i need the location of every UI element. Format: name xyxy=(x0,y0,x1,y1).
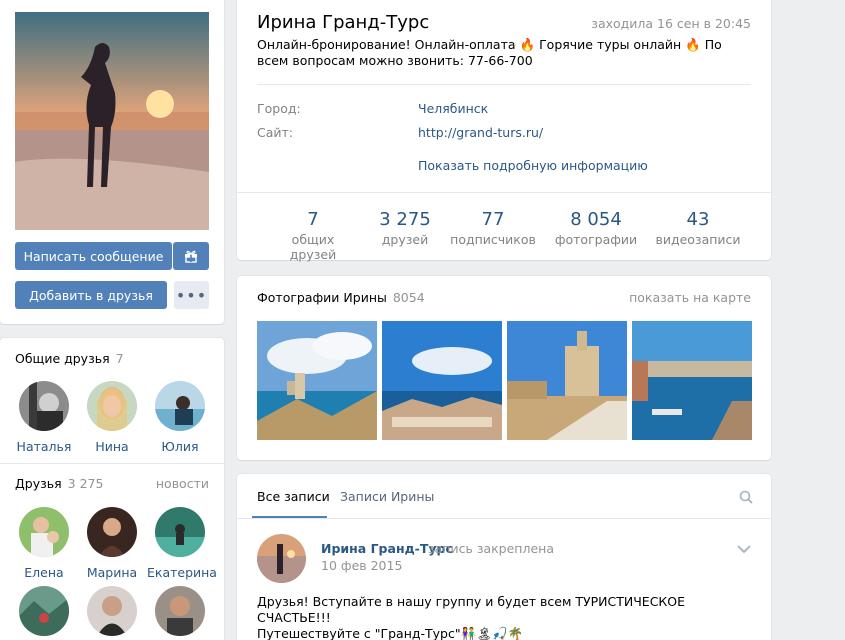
gift-icon xyxy=(185,250,197,263)
profile-avatar-card: Написать сообщение Добавить в друзья ••• xyxy=(0,0,224,324)
friends-count: 3 275 xyxy=(67,476,104,491)
fire-icon: 🔥 xyxy=(685,37,701,52)
show-more-info-link[interactable]: Показать подробную информацию xyxy=(418,158,648,173)
friends-news-link[interactable]: новости xyxy=(156,476,209,491)
counter-photos[interactable]: 8 054 фотографии xyxy=(553,209,639,247)
counter-label: подписчиков xyxy=(450,232,536,247)
photo-thumbnail[interactable] xyxy=(632,321,752,440)
photos-title: Фотографии Ирины xyxy=(257,290,387,305)
post-date[interactable]: 10 фев 2015 xyxy=(321,558,402,573)
avatar xyxy=(87,381,137,431)
mutual-friends-header[interactable]: Общие друзья 7 xyxy=(15,351,124,366)
photo-thumbnail[interactable] xyxy=(382,321,502,440)
mutual-friend-yulia[interactable]: Юлия xyxy=(147,381,213,454)
friend-name: Нина xyxy=(95,439,129,454)
friend-name: Елена xyxy=(24,565,64,580)
counter-value: 77 xyxy=(481,209,505,230)
tab-all-posts[interactable]: Все записи xyxy=(257,489,330,504)
avatar xyxy=(19,586,69,636)
counter-mutual[interactable]: 7 общих друзей xyxy=(270,209,356,262)
divider xyxy=(237,518,771,519)
counter-videos[interactable]: 43 видеозаписи xyxy=(655,209,741,247)
gift-button[interactable] xyxy=(173,242,209,270)
counter-value: 8 054 xyxy=(570,209,622,230)
post-text-line: Путешествуйте с "Гранд-Турс"👫🏝🎣🌴 xyxy=(257,626,524,640)
friends-card: Общие друзья 7 Наталья Нина Юлия Друзья 3 … xyxy=(0,338,224,640)
friend-row2-2[interactable] xyxy=(79,586,145,636)
site-link[interactable]: http://grand-turs.ru/ xyxy=(418,125,543,140)
friend-marina[interactable]: Марина xyxy=(79,507,145,580)
counter-label: видеозаписи xyxy=(655,232,741,247)
avatar xyxy=(87,507,137,557)
avatar xyxy=(87,586,137,636)
chevron-down-icon[interactable] xyxy=(737,542,751,557)
counter-label: общих друзей xyxy=(289,232,337,262)
avatar xyxy=(19,381,69,431)
friend-row2-3[interactable] xyxy=(147,586,213,636)
city-label: Город: xyxy=(257,101,301,116)
search-icon[interactable] xyxy=(739,490,753,507)
counter-label: фотографии xyxy=(554,232,638,247)
photos-header[interactable]: Фотографии Ирины 8054 xyxy=(257,290,425,305)
info-row-site: Сайт: http://grand-turs.ru/ xyxy=(257,125,543,140)
wall-card: Все записи Записи Ирины Ирина Гранд-Турс… xyxy=(237,474,771,640)
counter-value: 43 xyxy=(686,209,710,230)
profile-info-card: Ирина Гранд-Турс заходила 16 сен в 20:45… xyxy=(237,0,771,262)
more-actions-button[interactable]: ••• xyxy=(174,281,209,309)
photo-thumbnail[interactable] xyxy=(507,321,627,440)
friend-row2-1[interactable] xyxy=(11,586,77,636)
site-label: Сайт: xyxy=(257,125,294,140)
status-text-1: Онлайн-бронирование! Онлайн-оплата xyxy=(257,37,516,52)
friend-name: Наталья xyxy=(16,439,72,454)
counter-value: 3 275 xyxy=(379,209,431,230)
post-pinned-label: запись закреплена xyxy=(428,541,554,556)
mutual-friend-nina[interactable]: Нина xyxy=(79,381,145,454)
counter-value: 7 xyxy=(307,209,319,230)
profile-photo[interactable] xyxy=(15,12,209,230)
post-text-line: Друзья! Вступайте в нашу группу и будет … xyxy=(257,594,686,625)
friend-elena[interactable]: Елена xyxy=(11,507,77,580)
counter-followers[interactable]: 77 подписчиков xyxy=(450,209,536,247)
tab-own-posts[interactable]: Записи Ирины xyxy=(340,489,434,504)
fire-icon: 🔥 xyxy=(519,37,536,52)
show-on-map-link[interactable]: показать на карте xyxy=(629,290,751,305)
add-friend-button[interactable]: Добавить в друзья xyxy=(15,281,167,309)
post-text: Друзья! Вступайте в нашу группу и будет … xyxy=(257,594,737,640)
photos-count: 8054 xyxy=(392,290,425,305)
info-row-city: Город: Челябинск xyxy=(257,101,488,116)
avatar xyxy=(155,381,205,431)
status-text-2: Горячие туры онлайн xyxy=(539,37,682,52)
avatar xyxy=(19,507,69,557)
send-message-button[interactable]: Написать сообщение xyxy=(15,242,172,270)
mutual-friends-title: Общие друзья xyxy=(15,351,110,366)
photo-thumbnail[interactable] xyxy=(257,321,377,440)
friend-name: Марина xyxy=(86,565,138,580)
city-link[interactable]: Челябинск xyxy=(418,101,488,116)
avatar xyxy=(155,507,205,557)
friend-ekaterina[interactable]: Екатерина xyxy=(147,507,217,580)
page-title: Ирина Гранд-Турс xyxy=(257,12,430,33)
divider xyxy=(0,463,224,464)
divider xyxy=(237,192,771,193)
divider xyxy=(257,84,751,85)
counter-friends[interactable]: 3 275 друзей xyxy=(372,209,438,247)
last-seen: заходила 16 сен в 20:45 xyxy=(591,16,751,31)
photos-card: Фотографии Ирины 8054 показать на карте xyxy=(237,276,771,460)
mutual-friend-natalya[interactable]: Наталья xyxy=(11,381,77,454)
profile-status: Онлайн-бронирование! Онлайн-оплата 🔥 Гор… xyxy=(257,37,727,69)
friends-title: Друзья xyxy=(15,476,62,491)
avatar xyxy=(155,586,205,636)
friend-name: Екатерина xyxy=(147,565,217,580)
mutual-friends-count: 7 xyxy=(115,351,124,366)
post-author-avatar[interactable] xyxy=(257,534,306,583)
friend-name: Юлия xyxy=(161,439,199,454)
friends-header[interactable]: Друзья 3 275 xyxy=(15,476,103,491)
counter-label: друзей xyxy=(381,232,429,247)
